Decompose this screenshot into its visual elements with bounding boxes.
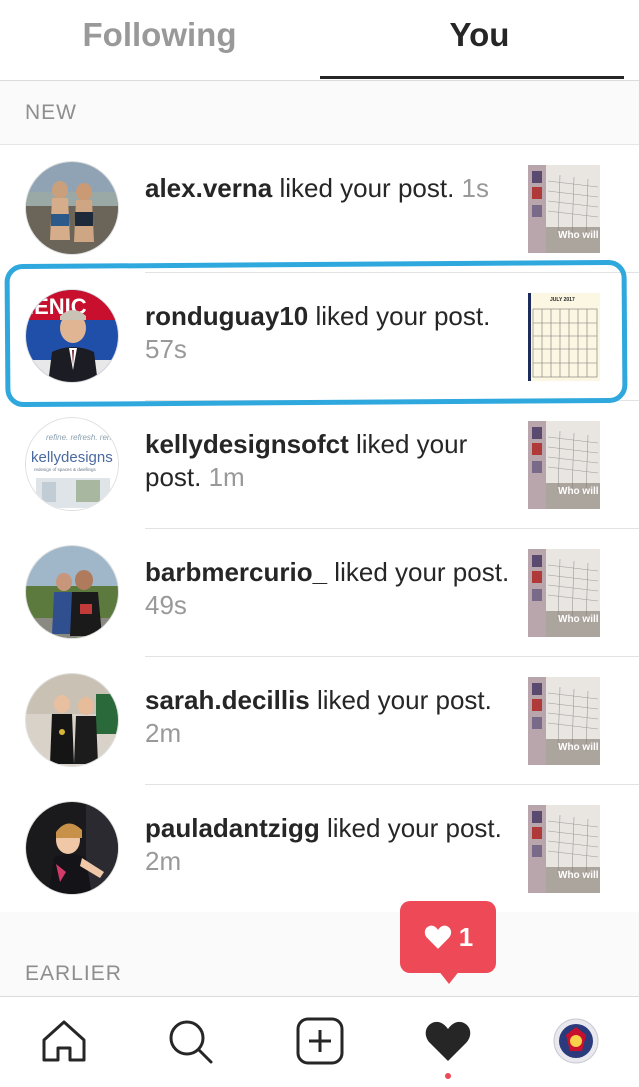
nav-search-button[interactable]	[164, 1015, 216, 1067]
heart-icon	[424, 925, 451, 949]
thumbnail-caption: Who will win?!	[558, 742, 600, 753]
badge-count: 1	[458, 921, 474, 952]
post-thumbnail[interactable]: Who will win?!	[528, 165, 600, 253]
avatar[interactable]	[25, 673, 119, 767]
post-thumbnail[interactable]: Who will win?!	[528, 549, 600, 637]
action-text: liked your post.	[309, 685, 492, 715]
avatar[interactable]	[25, 545, 119, 639]
avatar-subtitle: redesign of spaces & dwellings	[34, 467, 97, 472]
notification-row[interactable]: barbmercurio_ liked your post. 49s Who w…	[0, 529, 639, 657]
likes-notification-badge[interactable]: 1	[400, 901, 496, 973]
nav-home-button[interactable]	[38, 1015, 90, 1067]
post-thumbnail[interactable]: Who will win?!	[528, 805, 600, 893]
home-icon	[42, 1020, 86, 1062]
notification-row[interactable]: sarah.decillis liked your post. 2m Who w…	[0, 657, 639, 785]
activity-tabs: Following You	[0, 0, 639, 81]
post-thumbnail[interactable]: Who will win?!	[528, 421, 600, 509]
avatar-brand: kellydesigns	[31, 449, 113, 466]
notification-text: kellydesignsofct liked your post. 1m	[145, 428, 515, 494]
bottom-nav	[0, 996, 639, 1087]
timestamp: 2m	[145, 718, 182, 748]
badge-pointer	[438, 970, 460, 984]
thumbnail-caption: Who will win?!	[558, 486, 600, 497]
nav-profile-button[interactable]	[550, 1015, 602, 1067]
active-tab-dot	[445, 1073, 451, 1079]
avatar-tagline: refine. refresh. renew.	[46, 433, 119, 442]
profile-icon	[553, 1018, 599, 1064]
notification-row[interactable]: alex.verna liked your post. 1s Who will …	[0, 145, 639, 273]
timestamp: 1m	[208, 462, 245, 492]
thumbnail-caption: Who will win?!	[558, 614, 600, 625]
thumbnail-caption: Who will win?!	[558, 230, 600, 241]
notification-text: barbmercurio_ liked your post. 49s	[145, 556, 515, 622]
notification-row[interactable]: refine. refresh. renew. kellydesigns red…	[0, 401, 639, 529]
username[interactable]: pauladantzigg	[145, 813, 320, 843]
action-text: liked your post.	[327, 557, 510, 587]
notification-row[interactable]: pauladantzigg liked your post. 2m Who wi…	[0, 785, 639, 913]
username[interactable]: sarah.decillis	[145, 685, 310, 715]
timestamp: 1s	[461, 173, 489, 203]
username[interactable]: kellydesignsofct	[145, 429, 349, 459]
username[interactable]: alex.verna	[145, 173, 272, 203]
nav-add-button[interactable]	[294, 1015, 346, 1067]
avatar[interactable]	[25, 801, 119, 895]
action-text: liked your post.	[319, 813, 502, 843]
tab-following[interactable]: Following	[0, 0, 319, 78]
heart-icon	[425, 1021, 471, 1061]
section-header-earlier: EARLIER	[0, 912, 639, 996]
notification-text: sarah.decillis liked your post. 2m	[145, 684, 515, 750]
timestamp: 49s	[145, 590, 187, 620]
notification-text: pauladantzigg liked your post. 2m	[145, 812, 515, 878]
tab-active-indicator	[320, 76, 624, 79]
notification-text: alex.verna liked your post. 1s	[145, 172, 515, 205]
avatar[interactable]: refine. refresh. renew. kellydesigns red…	[25, 417, 119, 511]
search-icon	[169, 1020, 213, 1064]
action-text: liked your post.	[272, 173, 462, 203]
username[interactable]: barbmercurio_	[145, 557, 327, 587]
add-icon	[296, 1017, 344, 1065]
highlight-circle	[4, 259, 628, 408]
tab-you[interactable]: You	[320, 0, 639, 78]
post-thumbnail[interactable]: Who will win?!	[528, 677, 600, 765]
nav-activity-button[interactable]	[422, 1015, 474, 1067]
timestamp: 2m	[145, 846, 182, 876]
avatar[interactable]	[25, 161, 119, 255]
section-header-new: NEW	[0, 81, 639, 145]
thumbnail-caption: Who will win?!	[558, 870, 600, 881]
